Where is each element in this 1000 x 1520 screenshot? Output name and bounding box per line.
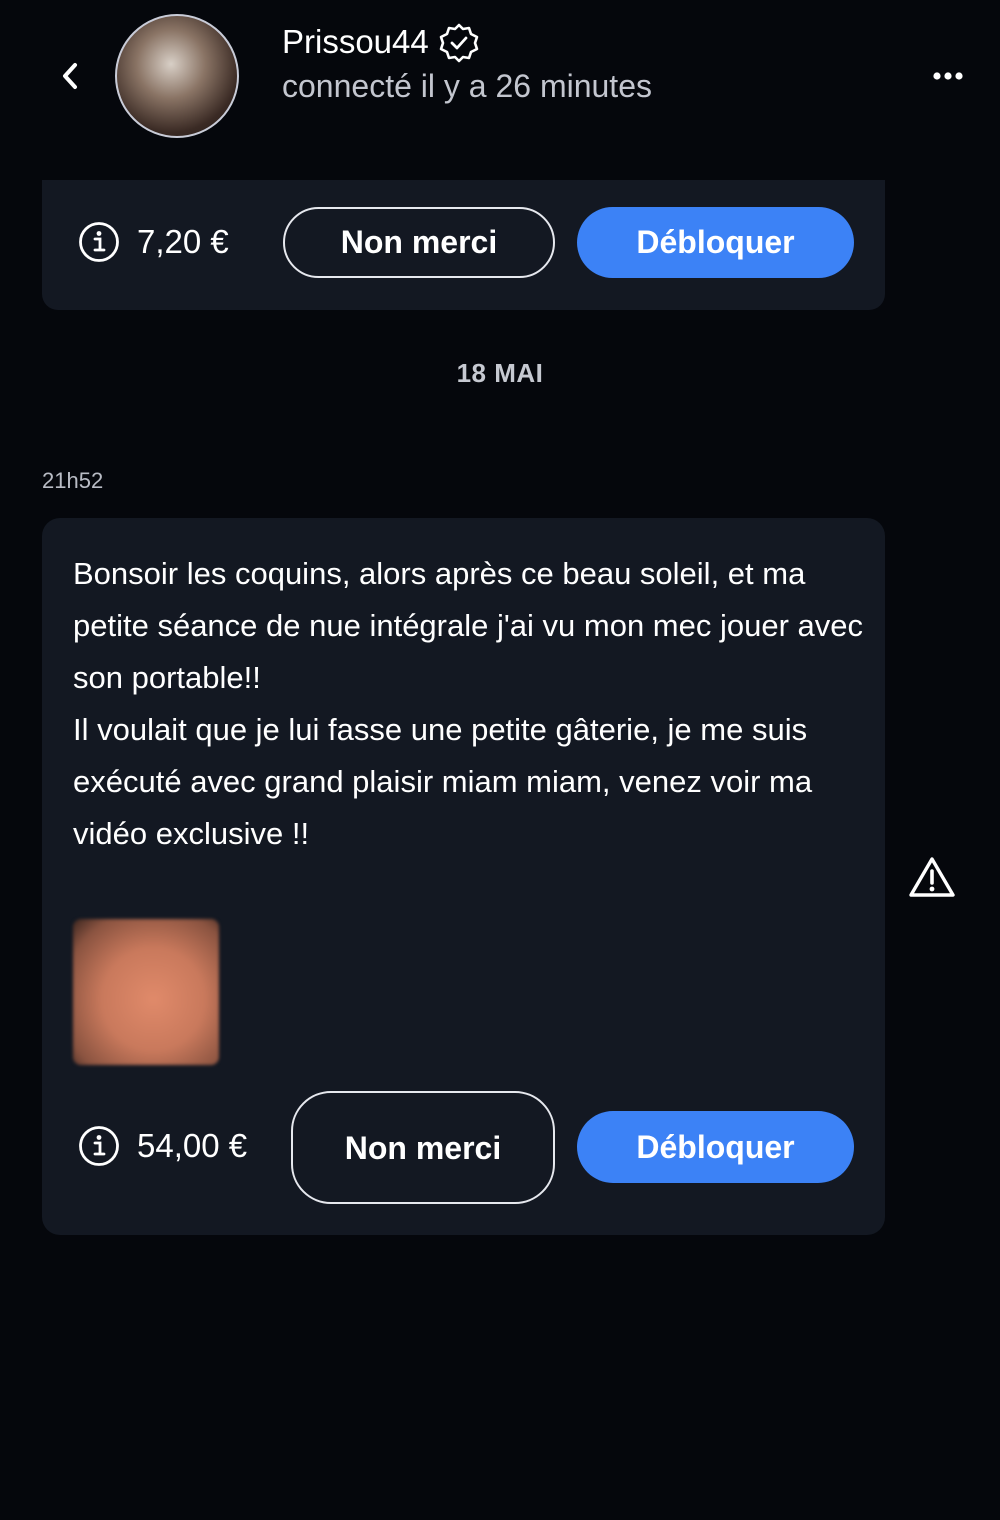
decline-button[interactable]: Non merci xyxy=(283,207,555,278)
avatar[interactable] xyxy=(115,14,239,138)
decline-button[interactable]: Non merci xyxy=(291,1091,555,1204)
offer-price: 7,20 € xyxy=(137,223,229,260)
locked-offer-card: 7,20 € Non merci Débloquer xyxy=(42,180,885,310)
more-options-icon xyxy=(933,72,963,80)
locked-media-thumbnail[interactable] xyxy=(73,919,219,1065)
unlock-button[interactable]: Débloquer xyxy=(577,207,854,278)
message-bubble: Bonsoir les coquins, alors après ce beau… xyxy=(42,518,885,1235)
user-name[interactable]: Prissou44 xyxy=(282,22,429,62)
info-icon[interactable] xyxy=(77,1124,121,1168)
online-status: connecté il y a 26 minutes xyxy=(282,68,652,104)
warning-icon[interactable] xyxy=(908,855,956,899)
chat-header: Prissou44 connecté il y a 26 minutes xyxy=(0,0,1000,150)
back-button[interactable] xyxy=(50,54,90,98)
more-options-button[interactable] xyxy=(928,60,968,92)
unlock-button[interactable]: Débloquer xyxy=(577,1111,854,1183)
back-arrow-icon xyxy=(63,63,77,89)
date-separator: 18 MAI xyxy=(456,358,544,388)
chat-screen: Prissou44 connecté il y a 26 minutes 7,2… xyxy=(0,0,1000,1520)
price-info: 7,20 € xyxy=(77,220,229,264)
message-price: 54,00 € xyxy=(137,1127,248,1164)
verified-badge-icon xyxy=(439,23,479,63)
price-info: 54,00 € xyxy=(77,1124,247,1168)
info-icon[interactable] xyxy=(77,220,121,264)
message-text: Bonsoir les coquins, alors après ce beau… xyxy=(73,556,864,851)
message-time: 21h52 xyxy=(42,468,104,493)
